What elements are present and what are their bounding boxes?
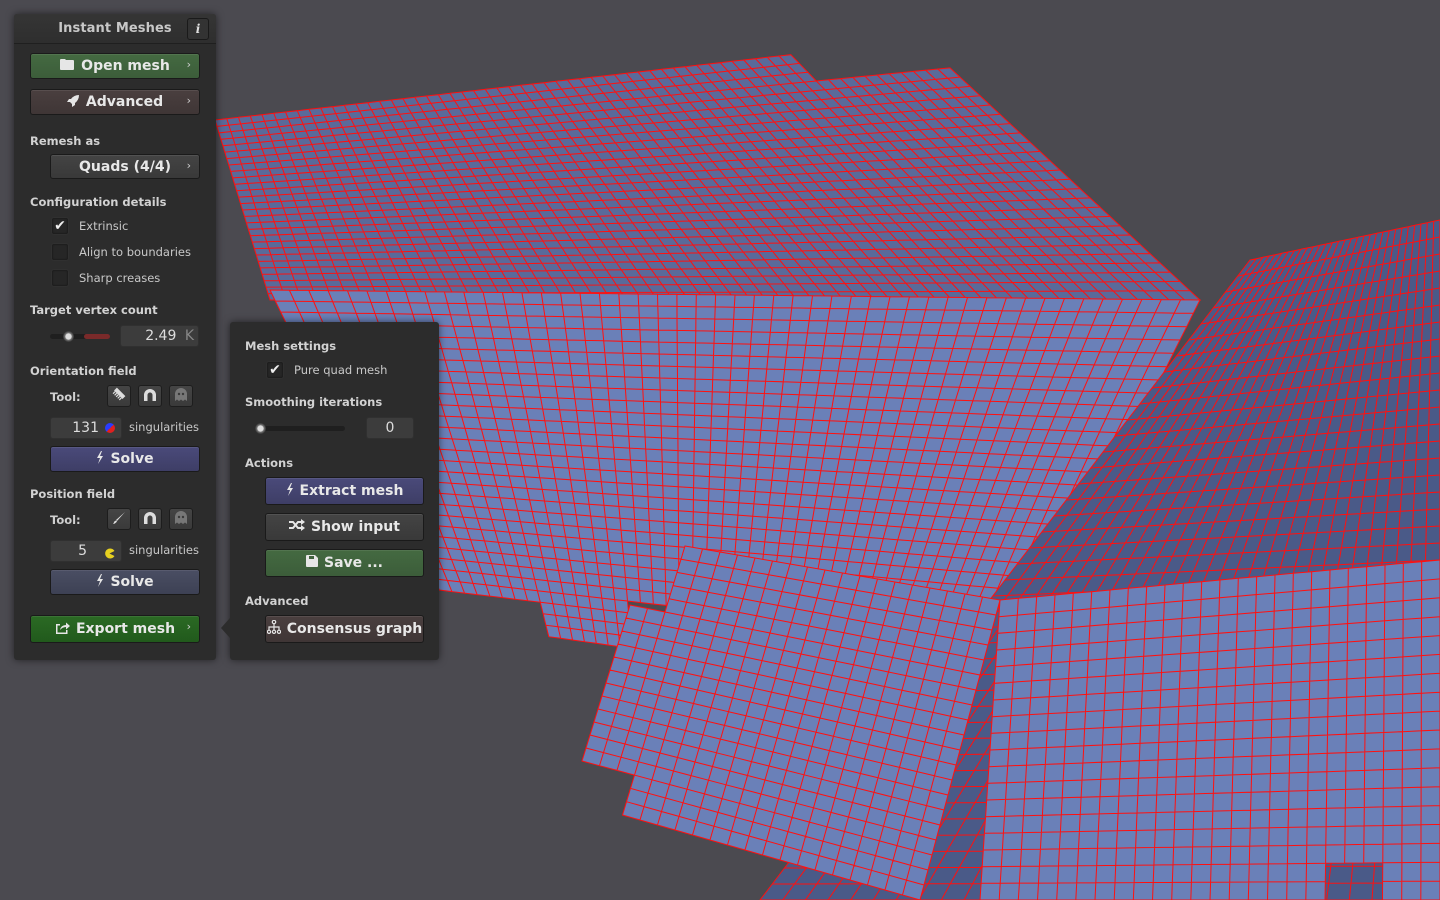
magnet-icon: [143, 387, 157, 406]
save-button[interactable]: Save ...: [265, 549, 424, 577]
remesh-as-value: Quads (4/4): [79, 158, 171, 175]
pure-quad-mesh-label: Pure quad mesh: [294, 363, 388, 377]
title-bar[interactable]: Instant Meshes i: [14, 14, 216, 44]
position-singularities-count: 5: [78, 543, 87, 559]
smoothing-slider-knob[interactable]: [255, 423, 266, 434]
remesh-as-dropdown[interactable]: Quads (4/4) ›: [50, 154, 200, 179]
hierarchy-icon: [266, 619, 281, 638]
orientation-field-label: Orientation field: [30, 364, 137, 378]
smoothing-iterations-label: Smoothing iterations: [245, 395, 383, 409]
target-vertex-slider-knob[interactable]: [63, 331, 74, 342]
open-mesh-label: Open mesh: [81, 58, 170, 74]
extrinsic-checkbox[interactable]: ✔: [51, 217, 69, 235]
position-singularities-label: singularities: [129, 543, 199, 557]
chevron-right-icon: ›: [186, 620, 191, 633]
lightning-icon: [286, 482, 294, 500]
folder-icon: [60, 58, 75, 74]
orientation-ghost-tool-button[interactable]: [169, 385, 193, 407]
orientation-singularities-count: 131: [72, 420, 99, 436]
extract-mesh-label: Extract mesh: [299, 483, 404, 499]
extrinsic-label: Extrinsic: [79, 219, 129, 233]
ghost-icon: [174, 387, 188, 406]
brush-icon: [112, 510, 126, 529]
position-field-label: Position field: [30, 487, 116, 501]
target-vertex-count-field[interactable]: 2.49 K: [120, 325, 199, 347]
position-solve-button[interactable]: Solve: [50, 569, 200, 595]
window-title: Instant Meshes: [58, 21, 172, 36]
save-label: Save ...: [324, 555, 383, 571]
configuration-details-label: Configuration details: [30, 195, 167, 209]
target-vertex-count-label: Target vertex count: [30, 303, 158, 317]
actions-label: Actions: [245, 456, 294, 470]
lightning-icon: [96, 573, 104, 591]
shuffle-icon: [289, 519, 306, 535]
orientation-tool-label: Tool:: [50, 390, 81, 404]
consensus-graph-button[interactable]: Consensus graph: [265, 615, 424, 643]
position-ghost-tool-button[interactable]: [169, 508, 193, 530]
orientation-singularities-label: singularities: [129, 420, 199, 434]
export-icon: [55, 621, 70, 638]
consensus-graph-label: Consensus graph: [286, 621, 423, 637]
mesh-settings-label: Mesh settings: [245, 339, 337, 353]
floppy-disk-icon: [306, 555, 318, 571]
target-vertex-unit: K: [184, 328, 194, 344]
ghost-icon: [174, 510, 188, 529]
popup-pointer-arrow: [221, 618, 230, 638]
position-brush-tool-button[interactable]: [107, 508, 131, 530]
export-popup-panel: Mesh settings ✔ Pure quad mesh Smoothing…: [221, 322, 439, 660]
position-tool-label: Tool:: [50, 513, 81, 527]
position-solve-label: Solve: [110, 574, 154, 590]
mesh-front-right-region: [979, 559, 1440, 900]
export-mesh-button[interactable]: Export mesh ›: [30, 615, 200, 643]
open-mesh-button[interactable]: Open mesh ›: [30, 53, 200, 79]
smoothing-iterations-slider[interactable]: [260, 426, 345, 431]
smoothing-iterations-field[interactable]: 0: [366, 417, 414, 439]
align-to-boundaries-checkbox[interactable]: [51, 243, 69, 261]
pacman-singularity-icon: [104, 545, 115, 565]
mesh-far-region: [214, 54, 1202, 301]
main-panel: Instant Meshes i Open mesh › Advanced › …: [14, 14, 216, 660]
advanced-label: Advanced: [85, 94, 164, 110]
align-to-boundaries-label: Align to boundaries: [79, 245, 191, 259]
pure-quad-mesh-checkbox[interactable]: ✔: [266, 361, 284, 379]
advanced-section-label: Advanced: [245, 594, 309, 608]
lightning-icon: [96, 450, 104, 468]
target-vertex-value: 2.49: [145, 328, 177, 344]
info-button[interactable]: i: [187, 18, 209, 40]
slider-range-highlight: [84, 334, 110, 339]
chevron-right-icon: ›: [186, 94, 191, 107]
sharp-creases-label: Sharp creases: [79, 271, 161, 285]
mesh-quads: [979, 559, 1440, 900]
checkmark-icon: ✔: [54, 218, 66, 234]
comb-icon: [111, 386, 127, 406]
remesh-as-label: Remesh as: [30, 134, 101, 148]
extract-mesh-button[interactable]: Extract mesh: [265, 477, 424, 505]
orientation-singularities-field: 131: [50, 417, 122, 439]
orientation-solve-label: Solve: [110, 451, 154, 467]
show-input-button[interactable]: Show input: [265, 513, 424, 541]
show-input-label: Show input: [311, 519, 400, 535]
mesh-quads: [214, 54, 1202, 301]
sharp-creases-checkbox[interactable]: [51, 269, 69, 287]
position-magnet-tool-button[interactable]: [138, 508, 162, 530]
chevron-right-icon: ›: [186, 58, 191, 71]
export-mesh-label: Export mesh: [75, 621, 176, 637]
rocket-icon: [66, 94, 80, 111]
magnet-icon: [143, 510, 157, 529]
orientation-solve-button[interactable]: Solve: [50, 446, 200, 472]
position-singularities-field: 5: [50, 540, 122, 562]
target-vertex-slider[interactable]: [50, 334, 110, 339]
3d-mesh-viewport[interactable]: [0, 0, 1440, 900]
checkmark-icon: ✔: [269, 362, 281, 378]
singularity-indicator-icon: [105, 423, 115, 433]
advanced-button[interactable]: Advanced ›: [30, 89, 200, 115]
orientation-magnet-tool-button[interactable]: [138, 385, 162, 407]
chevron-right-icon: ›: [186, 159, 191, 172]
orientation-comb-tool-button[interactable]: [107, 385, 131, 407]
